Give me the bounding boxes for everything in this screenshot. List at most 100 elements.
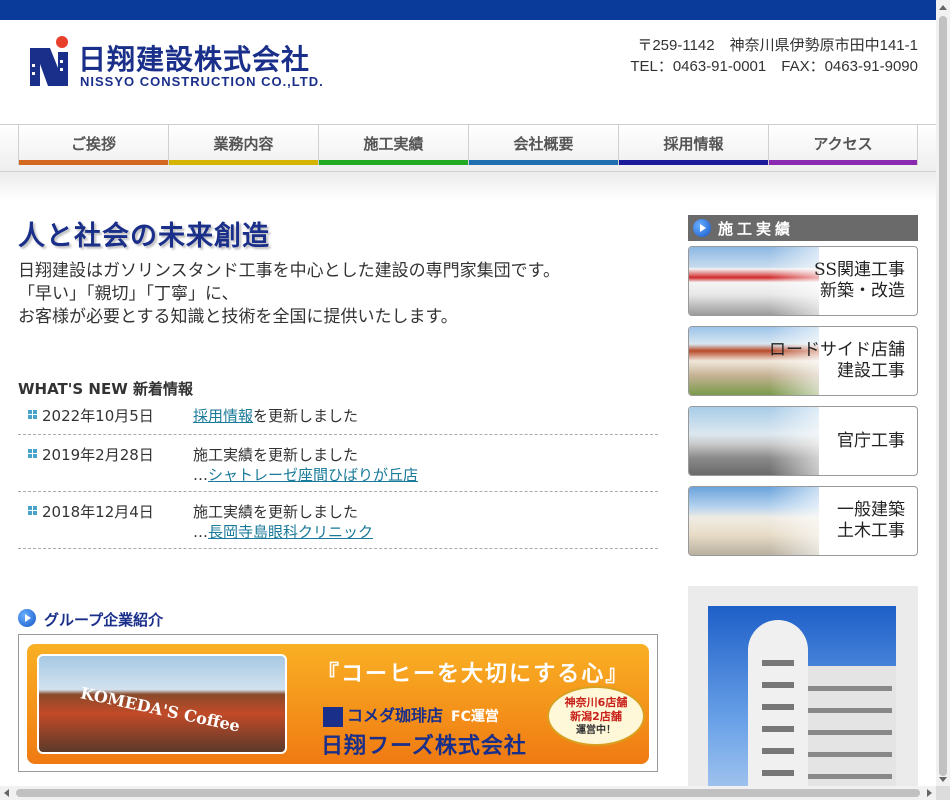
news-item: 2018年12月4日 施工実績を更新しました …長岡寺島眼科クリニック [18,492,658,549]
group-banner[interactable]: KOMEDA'S Coffee 『コーヒーを大切にする心』 コメダ珈琲店 FC運営… [27,644,649,764]
group-heading-text: グループ企業紹介 [44,611,164,629]
sidebar-button-ss-works[interactable]: SS関連工事 新築・改造 [688,246,918,316]
nav-label: 会社概要 [513,135,574,153]
top-bar [0,0,936,20]
news-text: を更新しました [253,407,359,425]
scroll-down-icon[interactable] [939,777,947,782]
nav-color-bar [469,160,618,165]
cafe-sign: KOMEDA'S Coffee [78,683,242,736]
catchphrase-heading: 人と社会の未来創造 [18,221,270,252]
logo-mark-icon [30,36,68,86]
sidebar-button-roadside-store[interactable]: ロードサイド店舗 建設工事 [688,326,918,396]
intro-line: お客様が必要とする知識と技術を全国に提供いたします。 [18,307,458,327]
news-link[interactable]: 長岡寺島眼科クリニック [208,523,373,541]
scroll-right-icon[interactable] [927,789,932,797]
logo-japanese-text: 日翔建設株式会社 [78,43,311,76]
nav-color-bar [769,160,917,165]
contact-info: 〒259-1142 神奈川県伊勢原市田中141-1 TEL：0463-91-00… [630,35,918,77]
nav-label: アクセス [813,135,873,153]
nav-item-company[interactable]: 会社概要 [468,125,618,165]
fc-text: FC運営 [451,709,499,725]
nav-label: ご挨拶 [70,135,116,153]
headquarters-photo-frame [688,586,918,800]
sidebar-button-label: 一般建築 土木工事 [837,487,905,555]
headquarters-photo [708,606,896,800]
news-list: 2022年10月5日 採用情報を更新しました 2019年2月28日 施工実績を更… [18,402,658,549]
news-prefix: … [193,466,208,484]
sidebar-button-label: 官庁工事 [837,407,905,475]
badge-line: 新潟2店舗 [570,710,622,723]
sidebar-button-label: SS関連工事 新築・改造 [814,247,905,315]
scroll-left-icon[interactable] [4,789,9,797]
nav-label: 施工実績 [363,135,424,153]
building-tower [748,620,808,800]
store-count-badge: 神奈川6店舗 新潟2店舗 運営中！ [547,686,645,746]
news-date: 2022年10月5日 [42,407,154,425]
sidebar-heading: 施工実績 [688,215,918,241]
fc-brand-name: コメダ珈琲店 [347,706,444,725]
nav-item-access[interactable]: アクセス [768,125,918,165]
global-nav: ご挨拶 業務内容 施工実績 会社概要 採用情報 アクセス [0,124,936,172]
nav-color-bar [19,160,168,165]
komeda-logo-icon [323,707,343,727]
label-line: SS関連工事 [814,260,905,280]
vertical-scrollbar[interactable] [936,0,950,786]
label-line: ロードサイド店舗 [769,340,905,360]
badge-line: 運営中！ [576,725,616,736]
nav-color-bar [619,160,768,165]
address-text: 〒259-1142 神奈川県伊勢原市田中141-1 [637,37,918,54]
nav-item-greeting[interactable]: ご挨拶 [18,125,168,165]
company-logo[interactable]: 日翔建設株式会社 NISSYO CONSTRUCTION CO.,LTD. [28,34,338,94]
news-item: 2022年10月5日 採用情報を更新しました [18,402,658,435]
scrollbar-corner [936,786,950,800]
group-banner-frame: KOMEDA'S Coffee 『コーヒーを大切にする心』 コメダ珈琲店 FC運営… [18,634,658,772]
news-date: 2018年12月4日 [42,503,154,521]
news-text: 施工実績を更新しました [193,446,359,464]
nav-item-services[interactable]: 業務内容 [168,125,318,165]
badge-line: 神奈川6店舗 [564,696,628,709]
label-line: 新築・改造 [820,281,905,301]
nav-color-bar [319,160,468,165]
news-link[interactable]: シャトレーゼ座間ひばりが丘店 [208,466,418,484]
intro-text: 日翔建設はガソリンスタンド工事を中心とした建設の専門家集団です。 「早い」「親切… [18,260,560,329]
bullet-icon [28,449,37,458]
nav-item-works[interactable]: 施工実績 [318,125,468,165]
nav-label: 業務内容 [213,135,274,153]
label-line: 建設工事 [837,361,905,381]
news-item: 2019年2月28日 施工実績を更新しました …シャトレーゼ座間ひばりが丘店 [18,435,658,492]
intro-line: 日翔建設はガソリンスタンド工事を中心とした建設の専門家集団です。 [18,261,560,281]
label-line: 一般建築 [837,500,905,520]
nav-item-recruit[interactable]: 採用情報 [618,125,768,165]
bullet-icon [28,506,37,515]
cafe-photo: KOMEDA'S Coffee [37,654,287,754]
sidebar-button-label: ロードサイド店舗 建設工事 [769,327,905,395]
banner-fc-line: コメダ珈琲店 FC運営 [323,702,499,727]
label-line: 土木工事 [837,521,905,541]
sidebar-button-public-works[interactable]: 官庁工事 [688,406,918,476]
banner-company-name: 日翔フーズ株式会社 [321,734,527,759]
sidebar-heading-text: 施工実績 [718,220,795,238]
banner-catchphrase: 『コーヒーを大切にする心』 [317,661,630,687]
nav-shadow [0,172,936,200]
news-link[interactable]: 採用情報 [193,407,253,425]
phone-fax-text: TEL：0463-91-0001 FAX：0463-91-9090 [630,58,918,75]
bullet-icon [28,410,37,419]
news-text: 施工実績を更新しました [193,503,359,521]
building-wing [798,666,896,800]
news-prefix: … [193,523,208,541]
logo-english-text: NISSYO CONSTRUCTION CO.,LTD. [80,74,324,89]
label-line: 官庁工事 [837,430,905,451]
intro-line: 「早い」「親切」「丁寧」に、 [18,284,239,304]
horizontal-scrollbar[interactable] [0,786,936,800]
nav-list: ご挨拶 業務内容 施工実績 会社概要 採用情報 アクセス [18,125,918,171]
arrow-circle-icon [693,219,711,237]
news-date: 2019年2月28日 [42,446,154,464]
nav-label: 採用情報 [663,135,724,153]
news-heading: WHAT'S NEW 新着情報 [18,380,193,398]
nav-color-bar [169,160,318,165]
scroll-thumb[interactable] [939,16,947,776]
arrow-circle-icon [18,609,36,627]
scroll-up-icon[interactable] [939,5,947,10]
scroll-thumb[interactable] [16,789,920,797]
sidebar-button-general-construction[interactable]: 一般建築 土木工事 [688,486,918,556]
